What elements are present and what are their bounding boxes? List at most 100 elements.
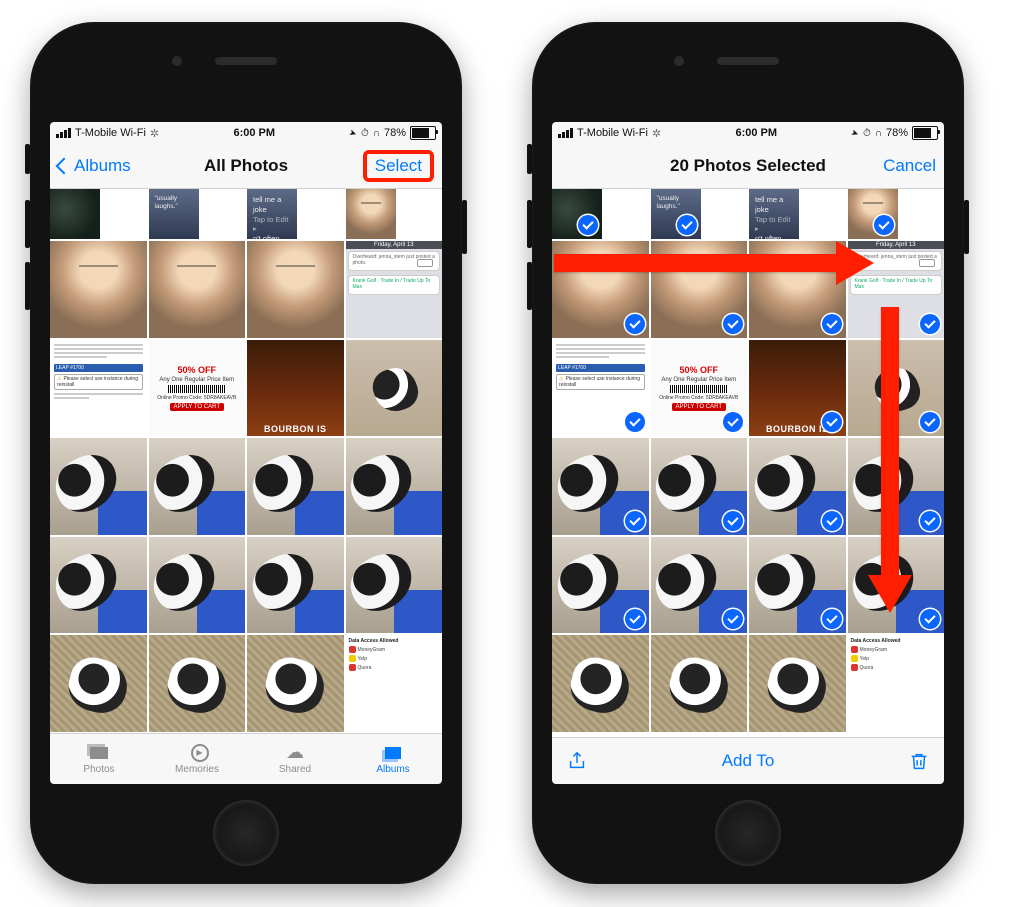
photo-thumb[interactable]: "usually laughs." — [651, 189, 701, 239]
photo-thumb[interactable]: tell me a joke Tap to Edit ▸ n't often t… — [749, 189, 799, 239]
share-button[interactable] — [566, 749, 588, 773]
selected-check-icon — [822, 609, 842, 629]
location-icon: ➤ — [348, 127, 359, 140]
back-button[interactable]: Albums — [58, 156, 131, 176]
tab-memories[interactable]: Memories — [148, 734, 246, 784]
status-time: 6:00 PM — [159, 127, 349, 139]
add-to-button[interactable]: Add To — [588, 751, 908, 771]
photo-thumb[interactable]: LEAP #1700 Please select use instance du… — [552, 340, 649, 437]
photo-thumb[interactable] — [552, 438, 649, 535]
tab-photos[interactable]: Photos — [50, 734, 148, 784]
photo-thumb[interactable] — [552, 635, 649, 732]
photo-thumb[interactable] — [848, 438, 945, 535]
trash-button[interactable] — [908, 749, 930, 773]
carrier-label: T-Mobile Wi-Fi — [577, 127, 648, 139]
selected-check-icon — [578, 215, 598, 235]
photo-thumb[interactable] — [149, 635, 246, 732]
tab-label: Photos — [83, 764, 114, 775]
photo-thumb[interactable] — [651, 241, 748, 338]
selected-check-icon — [625, 412, 645, 432]
thumb-text: usually laughs. — [155, 195, 178, 210]
selected-check-icon — [625, 609, 645, 629]
photo-thumb[interactable] — [50, 438, 147, 535]
photo-thumb[interactable] — [247, 438, 344, 535]
selected-check-icon — [723, 511, 743, 531]
selected-check-icon — [723, 314, 743, 334]
thumb-text: Online Promo Code: 5DR8AKEAVB — [157, 395, 236, 401]
home-button[interactable] — [715, 800, 781, 866]
selected-check-icon — [920, 314, 940, 334]
photo-thumb[interactable] — [651, 635, 748, 732]
select-button[interactable]: Select — [363, 150, 434, 182]
photo-thumb[interactable] — [848, 340, 945, 437]
back-label: Albums — [74, 156, 131, 176]
thumb-text: BOURBON IS — [247, 424, 344, 434]
photo-thumb[interactable] — [651, 537, 748, 634]
chevron-left-icon — [56, 158, 73, 175]
photo-thumb[interactable]: Data Access Allowed MoneyGram Yelp Quora — [346, 635, 443, 732]
photo-thumb[interactable] — [552, 189, 602, 239]
home-button[interactable] — [213, 800, 279, 866]
photo-thumb[interactable] — [346, 537, 443, 634]
selected-check-icon — [874, 215, 894, 235]
photo-thumb[interactable]: BOURBON IS — [749, 340, 846, 437]
selected-check-icon — [625, 314, 645, 334]
photo-thumb[interactable]: Data Access Allowed MoneyGram Yelp Quora — [848, 635, 945, 732]
battery-icon — [912, 126, 938, 140]
photo-thumb[interactable] — [749, 438, 846, 535]
photo-thumb[interactable] — [848, 189, 898, 239]
selected-check-icon — [822, 511, 842, 531]
status-left: T-Mobile Wi-Fi ✲ — [56, 127, 159, 140]
photo-thumb[interactable] — [247, 241, 344, 338]
photo-grid[interactable]: "usually laughs." tell me a joke Tap to … — [50, 189, 442, 733]
photo-thumb[interactable] — [346, 438, 443, 535]
photo-grid-selected[interactable]: "usually laughs." tell me a joke Tap to … — [552, 189, 944, 737]
phone-right: T-Mobile Wi-Fi ✲ 6:00 PM ➤ ⏱ ∩ 78% 20 Ph… — [532, 22, 964, 884]
tab-albums[interactable]: Albums — [344, 734, 442, 784]
photo-thumb[interactable] — [749, 537, 846, 634]
photo-thumb[interactable] — [346, 340, 443, 437]
status-bar: T-Mobile Wi-Fi ✲ 6:00 PM ➤ ⏱ ∩ 78% — [552, 122, 944, 144]
status-time: 6:00 PM — [661, 127, 851, 139]
thumb-text: Friday, April 13 — [346, 241, 443, 249]
photo-thumb[interactable] — [50, 241, 147, 338]
alarm-icon: ⏱ — [863, 128, 871, 139]
photo-thumb[interactable] — [346, 189, 396, 239]
photo-thumb[interactable] — [247, 635, 344, 732]
thumb-text: Any One Regular Price Item — [159, 377, 234, 383]
photo-thumb[interactable] — [50, 635, 147, 732]
photo-thumb[interactable] — [149, 537, 246, 634]
photo-thumb[interactable] — [749, 241, 846, 338]
photo-thumb[interactable] — [50, 189, 100, 239]
photo-thumb[interactable] — [149, 241, 246, 338]
photo-thumb[interactable] — [149, 438, 246, 535]
photo-thumb[interactable] — [552, 537, 649, 634]
photo-thumb[interactable] — [848, 537, 945, 634]
thumb-text: 50% OFF — [177, 365, 216, 375]
alarm-icon: ⏱ — [361, 128, 369, 139]
cancel-label: Cancel — [883, 156, 936, 176]
photo-thumb[interactable]: LEAP #1700 Please select use instance du… — [50, 340, 147, 437]
photo-thumb[interactable] — [651, 438, 748, 535]
photo-thumb[interactable]: BOURBON IS — [247, 340, 344, 437]
photo-thumb[interactable]: 50% OFF Any One Regular Price Item Onlin… — [651, 340, 748, 437]
photo-thumb[interactable]: 50% OFF Any One Regular Price Item Onlin… — [149, 340, 246, 437]
photo-thumb[interactable] — [50, 537, 147, 634]
selected-check-icon — [677, 215, 697, 235]
photo-thumb[interactable] — [247, 537, 344, 634]
tab-label: Memories — [175, 764, 219, 775]
selected-check-icon — [723, 412, 743, 432]
albums-icon — [381, 744, 405, 762]
photo-thumb[interactable] — [552, 241, 649, 338]
photo-thumb[interactable]: Friday, April 13 Overheard: jenna_stern … — [848, 241, 945, 338]
photo-thumb[interactable]: Friday, April 13 Overheard: jenna_stern … — [346, 241, 443, 338]
battery-label: 78% — [886, 127, 908, 139]
cancel-button[interactable]: Cancel — [883, 156, 936, 176]
battery-label: 78% — [384, 127, 406, 139]
selected-check-icon — [822, 314, 842, 334]
photo-thumb[interactable]: "usually laughs." — [149, 189, 199, 239]
tab-shared[interactable]: Shared — [246, 734, 344, 784]
add-to-label: Add To — [722, 751, 775, 770]
photo-thumb[interactable]: tell me a joke Tap to Edit ▸ n't often t… — [247, 189, 297, 239]
photo-thumb[interactable] — [749, 635, 846, 732]
